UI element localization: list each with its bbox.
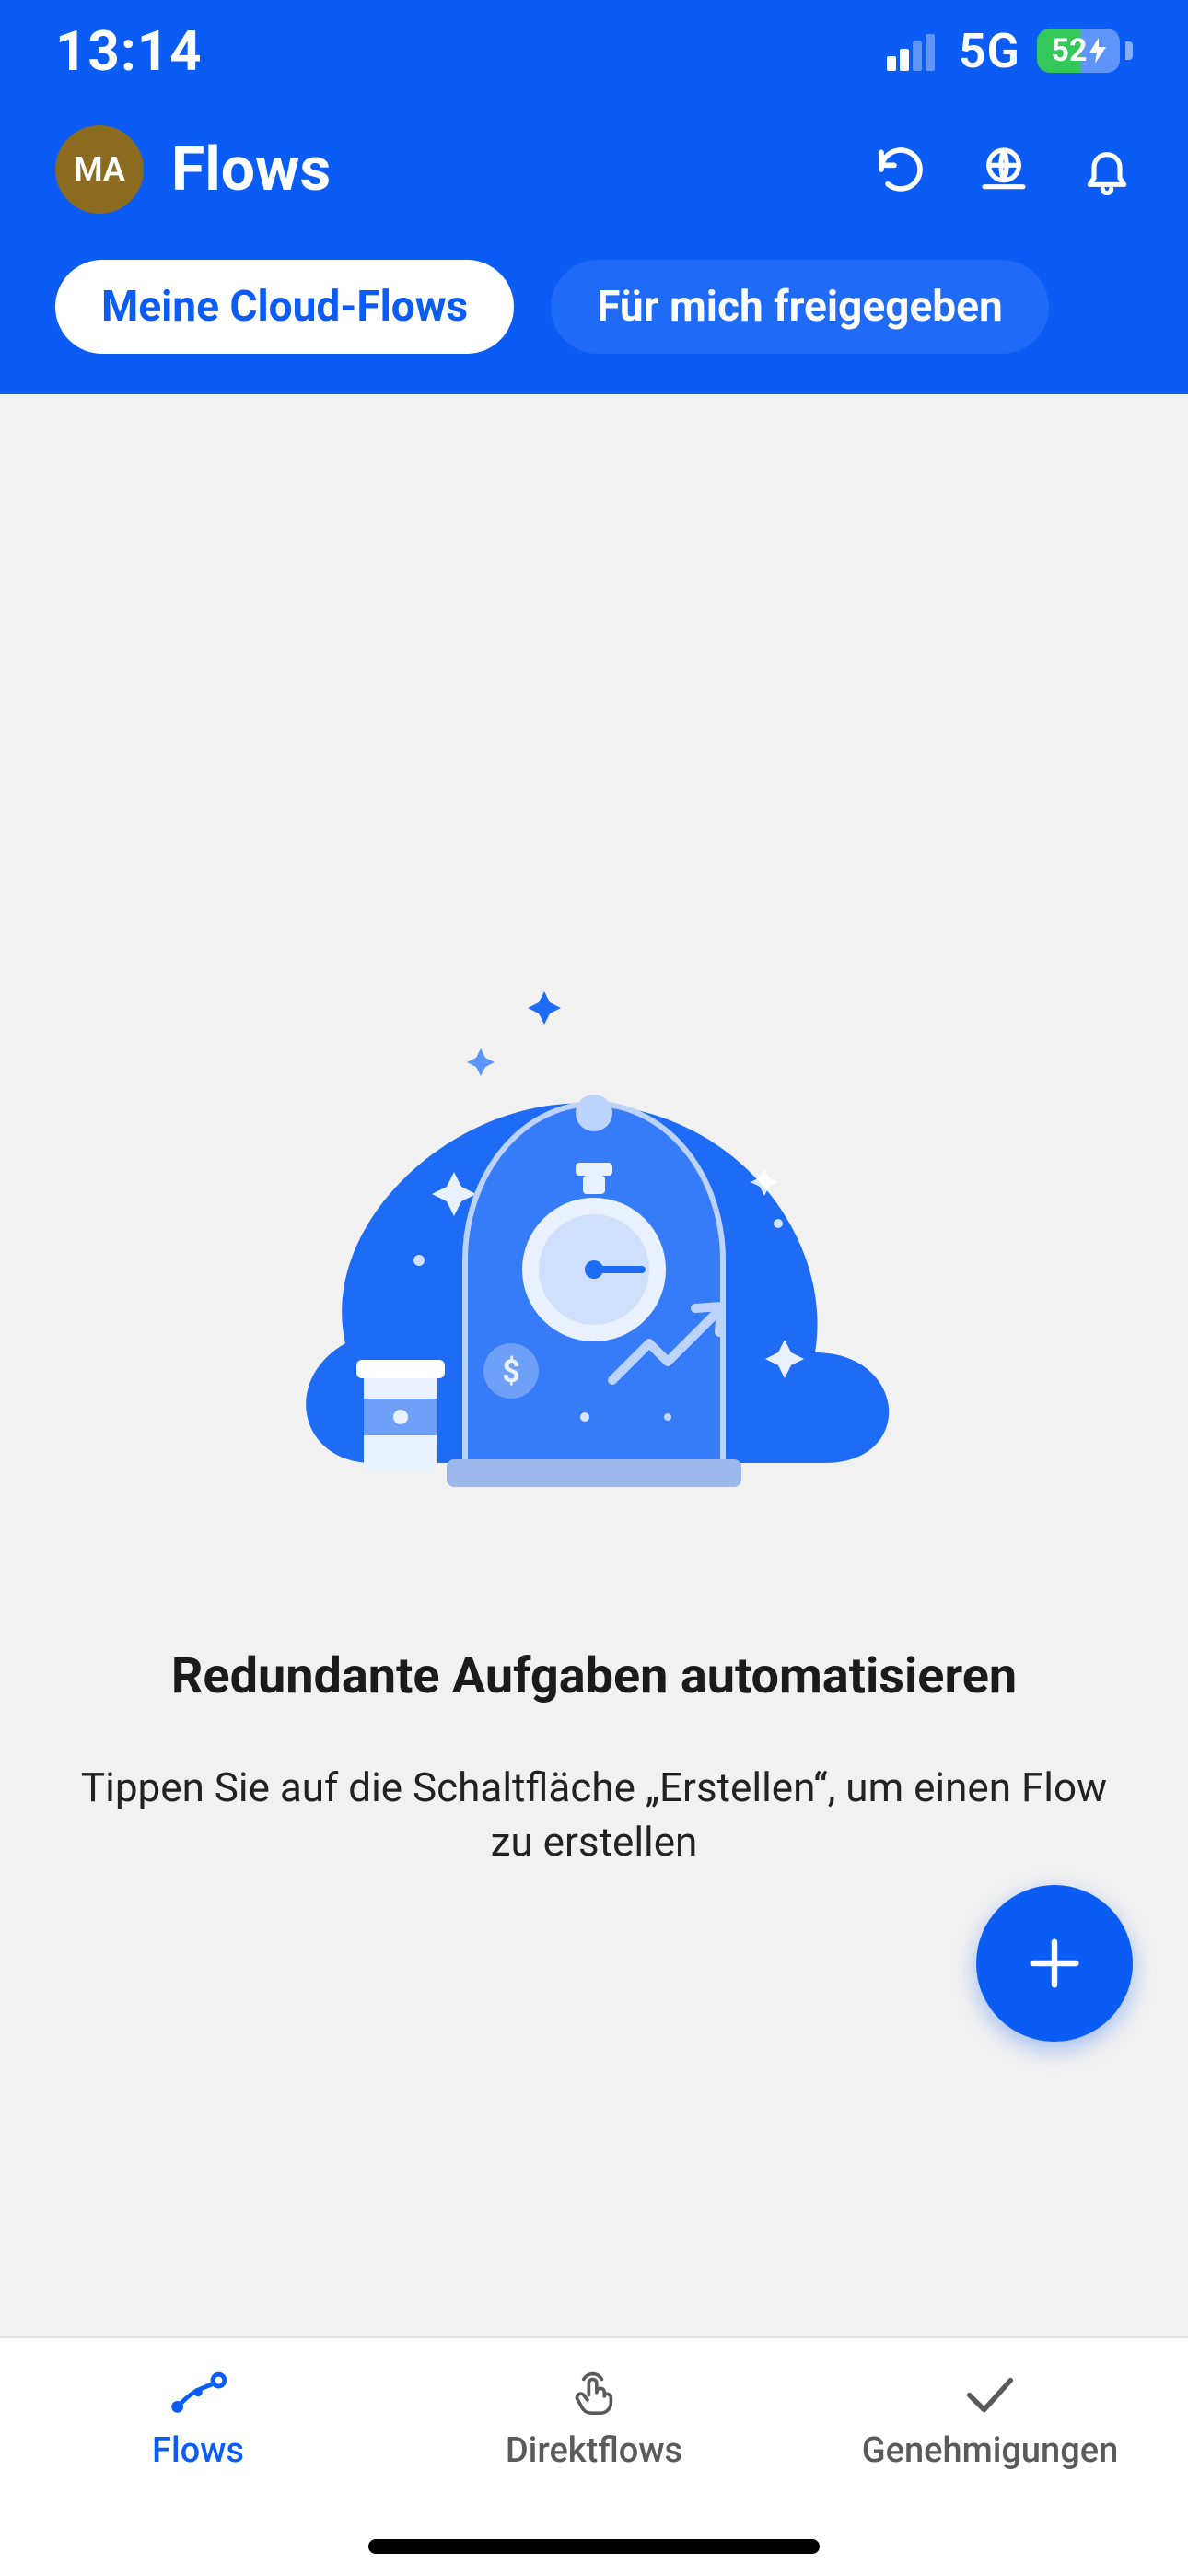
plus-icon	[1022, 1931, 1087, 1996]
environment-icon[interactable]	[978, 144, 1030, 195]
header-actions	[875, 144, 1133, 195]
nav-label: Flows	[152, 2430, 244, 2471]
battery-text: 52	[1037, 32, 1120, 69]
filter-tabs: Meine Cloud-Flows Für mich freigegeben	[0, 241, 1188, 394]
tab-shared-with-me[interactable]: Für mich freigegeben	[551, 260, 1049, 354]
status-time: 13:14	[55, 18, 203, 84]
empty-state-illustration: $	[262, 984, 926, 1555]
nav-label: Genehmigungen	[862, 2430, 1119, 2471]
nav-item-flows[interactable]: Flows	[0, 2338, 396, 2576]
empty-state-subtitle: Tippen Sie auf die Schaltfläche „Erstell…	[64, 1761, 1124, 1870]
flows-icon	[169, 2371, 227, 2416]
cellular-signal-icon	[887, 30, 942, 71]
create-flow-fab[interactable]	[976, 1885, 1133, 2042]
bell-icon[interactable]	[1081, 144, 1133, 195]
battery-percent: 52	[1051, 32, 1087, 69]
empty-state-title: Redundante Aufgaben automatisieren	[171, 1647, 1017, 1705]
main-content: $ Redundante Aufgaben automatisieren Tip…	[0, 394, 1188, 2336]
refresh-icon[interactable]	[875, 144, 926, 195]
avatar[interactable]: MA	[55, 125, 144, 214]
home-indicator[interactable]	[368, 2539, 820, 2554]
tab-label: Für mich freigegeben	[597, 282, 1003, 332]
avatar-initials: MA	[74, 150, 125, 189]
tab-my-cloud-flows[interactable]: Meine Cloud-Flows	[55, 260, 514, 354]
status-bar: 13:14 5G 52	[0, 0, 1188, 101]
tab-label: Meine Cloud-Flows	[101, 282, 468, 332]
nav-label: Direktflows	[506, 2430, 682, 2471]
battery-body: 52	[1037, 29, 1120, 73]
checkmark-icon	[961, 2371, 1019, 2416]
app-header: MA Flows	[0, 101, 1188, 241]
status-right-cluster: 5G 52	[887, 23, 1133, 79]
svg-text:$: $	[502, 1353, 520, 1390]
battery-indicator: 52	[1037, 29, 1133, 73]
network-type-label: 5G	[959, 23, 1020, 79]
battery-cap	[1125, 41, 1133, 60]
tap-icon	[565, 2371, 623, 2416]
screen: 13:14 5G 52 MA	[0, 0, 1188, 2576]
page-title: Flows	[171, 135, 847, 205]
charging-bolt-icon	[1089, 38, 1106, 64]
nav-item-genehmigungen[interactable]: Genehmigungen	[792, 2338, 1188, 2576]
